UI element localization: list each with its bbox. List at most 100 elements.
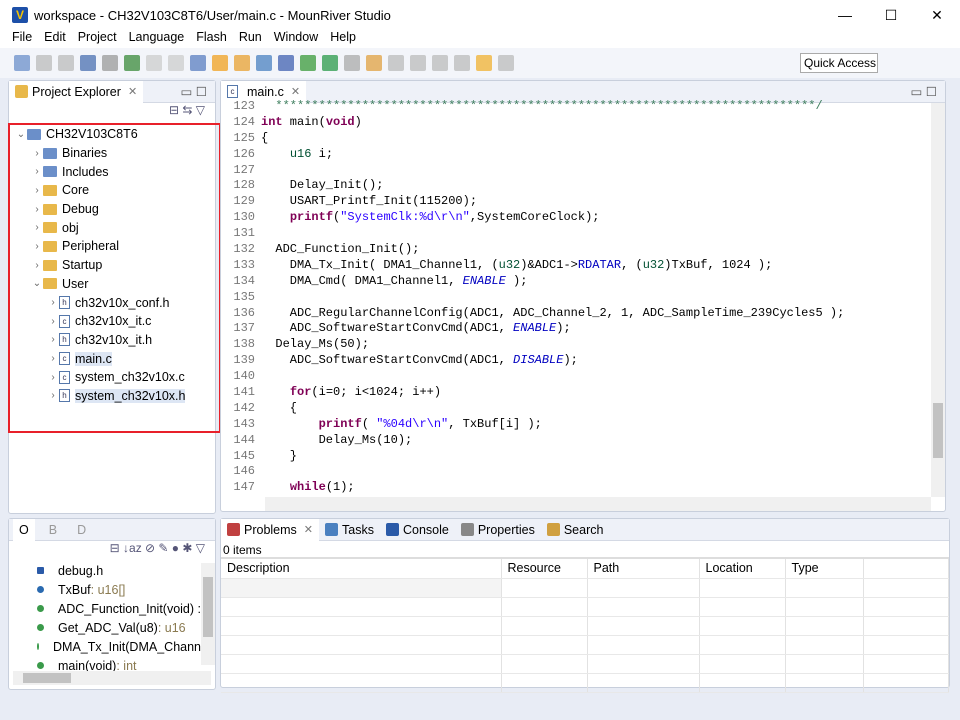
menu-edit[interactable]: Edit	[44, 30, 66, 48]
table-cell	[221, 578, 502, 598]
tab-label: Properties	[477, 522, 535, 537]
outline-toolbar-icons[interactable]: ⊟ ↓az ⊘ ✎ ● ✱ ▽	[9, 541, 215, 561]
code-text: {	[261, 401, 297, 417]
code-area[interactable]: 123 ************************************…	[221, 99, 931, 496]
code-token: main(	[282, 114, 326, 129]
toolbar-button-icon[interactable]	[234, 55, 250, 71]
code-line: 141 for(i=0; i<1024; i++)	[221, 385, 931, 401]
line-number: 132	[233, 242, 255, 257]
toolbar-button-icon[interactable]	[168, 55, 184, 71]
menu-window[interactable]: Window	[274, 30, 318, 48]
outline-item-type: : int	[116, 658, 137, 672]
table-cell	[863, 654, 949, 674]
toolbar-button-icon[interactable]	[366, 55, 382, 71]
menu-project[interactable]: Project	[78, 30, 117, 48]
toolbar-button-icon[interactable]	[124, 55, 140, 71]
code-token: while	[289, 480, 326, 495]
table-row	[221, 635, 949, 655]
outline-item[interactable]: main(void) : int	[9, 656, 201, 671]
menu-flash[interactable]: Flash	[196, 30, 227, 48]
code-line: 128 Delay_Init();	[221, 178, 931, 194]
toolbar-button-icon[interactable]	[146, 55, 162, 71]
toolbar-button-icon[interactable]	[476, 55, 492, 71]
table-cell	[863, 616, 949, 636]
column-header-resource[interactable]: Resource	[501, 559, 588, 579]
toolbar-button-icon[interactable]	[344, 55, 360, 71]
code-token: DISABLE	[513, 353, 564, 368]
code-token: );	[556, 321, 571, 336]
collapse-link-icons[interactable]: ⊟ ⇆ ▽	[9, 103, 215, 123]
column-header-type[interactable]: Type	[785, 559, 864, 579]
quick-access-input[interactable]: Quick Access	[800, 53, 878, 73]
code-token: (1);	[325, 480, 355, 495]
table-cell	[863, 578, 949, 598]
table-cell	[501, 635, 588, 655]
toolbar-button-icon[interactable]	[410, 55, 426, 71]
tab-outline-D[interactable]: D	[71, 519, 92, 541]
close-icon[interactable]: ✕	[291, 85, 300, 98]
tab-project-explorer[interactable]: Project Explorer ✕	[9, 80, 144, 103]
tab-search[interactable]: Search	[541, 519, 610, 541]
close-icon[interactable]: ✕	[304, 523, 313, 536]
minimize-button[interactable]: —	[822, 0, 868, 30]
outline-item-type: : u16	[157, 620, 186, 635]
editor-panel: c main.c ✕ ▭ ☐ 123 **********************…	[220, 80, 946, 512]
outline-vertical-scrollbar[interactable]	[201, 563, 215, 665]
menu-language[interactable]: Language	[129, 30, 185, 48]
table-cell	[785, 597, 864, 617]
toolbar-button-icon[interactable]	[278, 55, 294, 71]
code-token: )	[354, 114, 362, 129]
toolbar-button-icon[interactable]	[454, 55, 470, 71]
outline-item[interactable]: DMA_Tx_Init(DMA_Chann	[9, 637, 201, 656]
toolbar-button-icon[interactable]	[102, 55, 118, 71]
toolbar-button-icon[interactable]	[36, 55, 52, 71]
toolbar-button-icon[interactable]	[212, 55, 228, 71]
close-button[interactable]: ✕	[914, 0, 960, 30]
code-token: ,SystemCoreClock);	[469, 210, 600, 225]
line-number: 147	[233, 480, 255, 495]
tab-outline-B[interactable]: B	[43, 519, 63, 541]
toolbar-button-icon[interactable]	[256, 55, 272, 71]
menu-file[interactable]: File	[12, 30, 32, 48]
outline-horizontal-scrollbar[interactable]	[13, 671, 211, 685]
toolbar-button-icon[interactable]	[190, 55, 206, 71]
toolbar-button-icon[interactable]	[432, 55, 448, 71]
minimize-maximize-icons[interactable]: ▭ ☐	[181, 84, 208, 99]
column-header-location[interactable]: Location	[699, 559, 786, 579]
toolbar-button-icon[interactable]	[80, 55, 96, 71]
line-number: 123	[233, 99, 255, 113]
toolbar-button-icon[interactable]	[322, 55, 338, 71]
toolbar-button-icon[interactable]	[300, 55, 316, 71]
column-header-path[interactable]: Path	[587, 559, 700, 579]
tab-outline-O[interactable]: O	[13, 518, 35, 541]
table-cell	[587, 616, 700, 636]
column-header-description[interactable]: Description	[221, 559, 502, 579]
minimize-maximize-icons[interactable]: ▭ ☐	[911, 84, 938, 99]
tab-problems[interactable]: Problems ✕	[221, 518, 320, 541]
outline-item[interactable]: debug.h	[9, 561, 201, 580]
table-cell	[699, 616, 786, 636]
table-cell	[221, 597, 502, 617]
table-row	[221, 673, 949, 693]
vertical-scrollbar[interactable]	[931, 103, 945, 497]
horizontal-scrollbar[interactable]	[265, 497, 931, 511]
outline-item[interactable]: TxBuf : u16[]	[9, 580, 201, 599]
tab-console[interactable]: Console	[380, 519, 455, 541]
function-icon	[37, 662, 44, 669]
outline-item[interactable]: Get_ADC_Val(u8) : u16	[9, 618, 201, 637]
toolbar-button-icon[interactable]	[498, 55, 514, 71]
tab-properties[interactable]: Properties	[455, 519, 541, 541]
menu-run[interactable]: Run	[239, 30, 262, 48]
toolbar-button-icon[interactable]	[14, 55, 30, 71]
menu-help[interactable]: Help	[330, 30, 356, 48]
toolbar-button-icon[interactable]	[58, 55, 74, 71]
maximize-button[interactable]: ☐	[868, 0, 914, 30]
column-header-blank[interactable]	[863, 559, 949, 579]
tab-tasks[interactable]: Tasks	[319, 519, 380, 541]
toolbar-button-icon[interactable]	[388, 55, 404, 71]
close-icon[interactable]: ✕	[128, 85, 137, 98]
code-text: ADC_Function_Init();	[261, 242, 419, 258]
outline-item[interactable]: ADC_Function_Init(void) :	[9, 599, 201, 618]
